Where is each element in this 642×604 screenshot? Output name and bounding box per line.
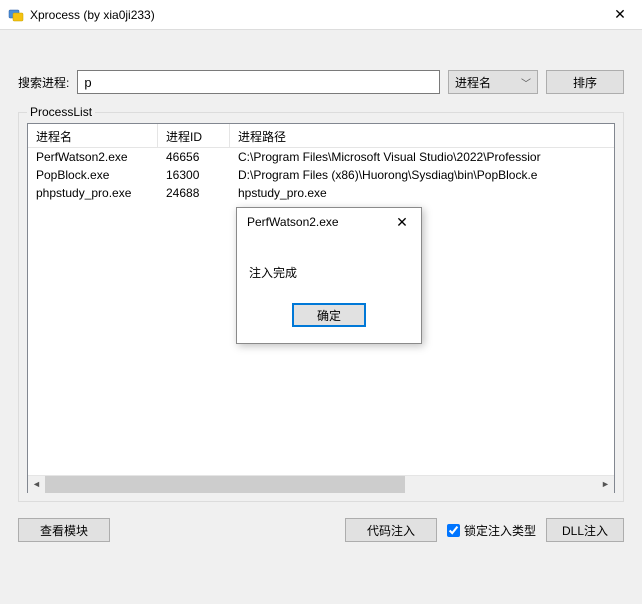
combo-selected: 进程名 [455, 74, 491, 91]
cell-pid: 16300 [158, 167, 230, 183]
view-module-button[interactable]: 查看模块 [18, 518, 110, 542]
column-header-name[interactable]: 进程名 [28, 124, 158, 147]
horizontal-scrollbar[interactable]: ◄ ► [28, 475, 614, 492]
search-label: 搜索进程: [18, 74, 69, 91]
table-row[interactable]: PerfWatson2.exe 46656 C:\Program Files\M… [28, 148, 614, 166]
column-header-path[interactable]: 进程路径 [230, 124, 614, 147]
cell-name: phpstudy_pro.exe [28, 185, 158, 201]
dialog-ok-button[interactable]: 确定 [292, 303, 366, 327]
dialog-titlebar: PerfWatson2.exe ✕ [237, 208, 421, 236]
search-input[interactable] [77, 70, 440, 94]
lock-inject-type-label: 锁定注入类型 [464, 522, 536, 539]
cell-pid: 46656 [158, 149, 230, 165]
sort-button[interactable]: 排序 [546, 70, 624, 94]
cell-path: hpstudy_pro.exe [230, 185, 614, 201]
close-button[interactable]: ✕ [598, 0, 642, 30]
table-row[interactable]: phpstudy_pro.exe 24688 hpstudy_pro.exe [28, 184, 614, 202]
cell-name: PerfWatson2.exe [28, 149, 158, 165]
groupbox-title: ProcessList [27, 105, 95, 119]
cell-pid: 24688 [158, 185, 230, 201]
dialog-close-icon[interactable]: ✕ [389, 214, 415, 231]
lock-inject-type-checkbox[interactable]: 锁定注入类型 [447, 522, 536, 539]
scroll-right-icon[interactable]: ► [597, 476, 614, 493]
cell-path: C:\Program Files\Microsoft Visual Studio… [230, 149, 614, 165]
scroll-thumb[interactable] [45, 476, 405, 493]
cell-name: PopBlock.exe [28, 167, 158, 183]
listview-header[interactable]: 进程名 进程ID 进程路径 [28, 124, 614, 148]
chevron-down-icon: ﹀ [521, 75, 531, 90]
lock-inject-type-input[interactable] [447, 524, 460, 537]
message-dialog: PerfWatson2.exe ✕ 注入完成 确定 [236, 207, 422, 344]
search-type-combo[interactable]: 进程名 ﹀ [448, 70, 538, 94]
dialog-message: 注入完成 [237, 236, 421, 303]
code-inject-button[interactable]: 代码注入 [345, 518, 437, 542]
scroll-track[interactable] [45, 476, 597, 493]
column-header-pid[interactable]: 进程ID [158, 124, 230, 147]
table-row[interactable]: PopBlock.exe 16300 D:\Program Files (x86… [28, 166, 614, 184]
dialog-title: PerfWatson2.exe [247, 215, 389, 229]
cell-path: D:\Program Files (x86)\Huorong\Sysdiag\b… [230, 167, 614, 183]
scroll-left-icon[interactable]: ◄ [28, 476, 45, 493]
app-icon [8, 7, 24, 23]
window-title: Xprocess (by xia0ji233) [30, 8, 598, 22]
dll-inject-button[interactable]: DLL注入 [546, 518, 624, 542]
titlebar: Xprocess (by xia0ji233) ✕ [0, 0, 642, 30]
